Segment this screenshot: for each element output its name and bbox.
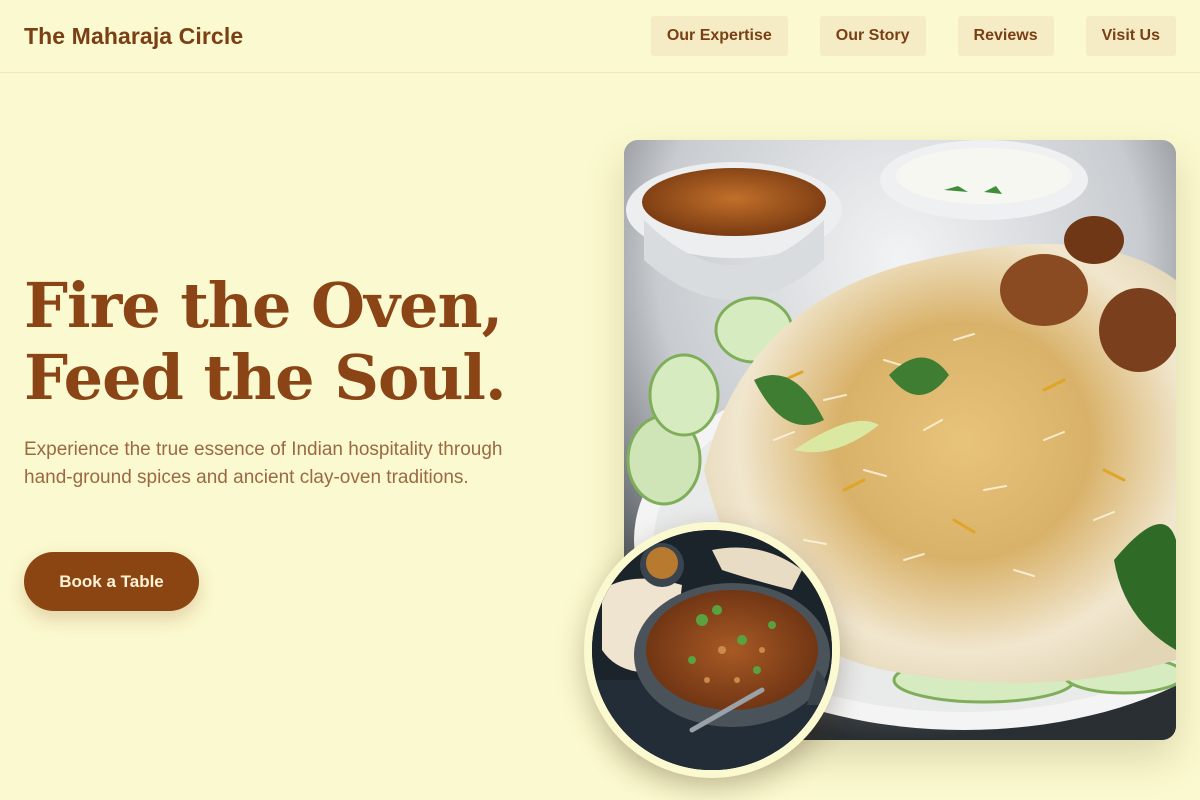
hero-title-line2: Feed the Soul.: [24, 341, 507, 414]
landing-page: The Maharaja Circle Our Expertise Our St…: [0, 0, 1200, 800]
brand-logo[interactable]: The Maharaja Circle: [24, 23, 243, 50]
hero-subtitle: Experience the true essence of Indian ho…: [24, 439, 503, 488]
hero-title: Fire the Oven, Feed the Soul.: [24, 270, 584, 414]
curry-pan-illustration: [592, 530, 832, 770]
book-table-button[interactable]: Book a Table: [24, 552, 199, 611]
nav-reviews[interactable]: Reviews: [957, 16, 1054, 56]
main-nav: Our Expertise Our Story Reviews Visit Us: [650, 16, 1176, 56]
nav-visit-us[interactable]: Visit Us: [1085, 16, 1176, 56]
hero-title-line1: Fire the Oven,: [24, 269, 503, 342]
site-header: The Maharaja Circle Our Expertise Our St…: [0, 0, 1200, 73]
nav-our-expertise[interactable]: Our Expertise: [650, 16, 788, 56]
curry-pan-photo: [592, 530, 832, 770]
curry-pan-photo-frame: [584, 522, 840, 778]
nav-our-story[interactable]: Our Story: [819, 16, 926, 56]
